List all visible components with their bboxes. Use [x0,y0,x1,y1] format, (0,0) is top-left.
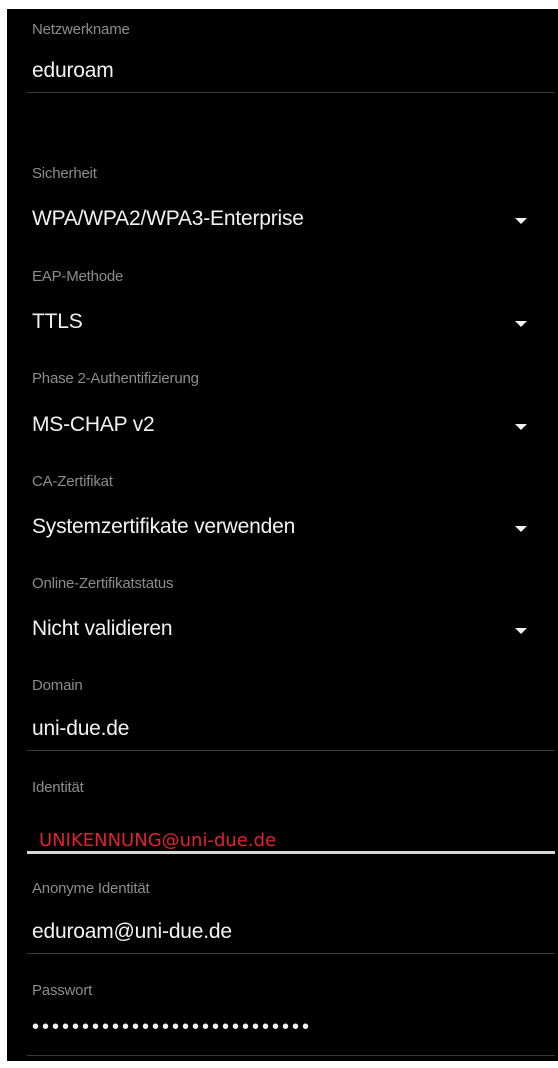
eap-method-value: TTLS [32,310,83,333]
ca-cert-label: CA-Zertifikat [32,473,113,490]
network-name-field[interactable]: eduroam [7,53,558,95]
network-name-underline [27,92,555,93]
anonymous-identity-field[interactable]: eduroam@uni-due.de [7,914,558,956]
password-underline [27,1055,555,1056]
network-name-label: Netzwerkname [32,21,130,38]
domain-label: Domain [32,677,83,694]
caret-down-icon [515,526,527,532]
ca-cert-dropdown[interactable]: Systemzertifikate verwenden [7,507,558,551]
anonymous-identity-label: Anonyme Identität [32,880,150,897]
caret-down-icon [515,628,527,634]
security-dropdown[interactable]: WPA/WPA2/WPA3-Enterprise [7,199,558,243]
ca-cert-value: Systemzertifikate verwenden [32,515,296,538]
wifi-config-screen: Netzwerkname eduroam Sicherheit WPA/WPA2… [7,9,558,1061]
password-value: •••••••••••••••••••••••••••• [32,1016,313,1038]
domain-value: uni-due.de [32,717,130,740]
anonymous-identity-value: eduroam@uni-due.de [32,920,232,943]
identity-underline-active [27,851,555,854]
identity-value: UNIKENNUNG@uni-due.de [39,830,277,851]
identity-label: Identität [32,779,84,796]
domain-underline [27,750,555,751]
online-cert-status-label: Online-Zertifikatstatus [32,575,174,592]
domain-field[interactable]: uni-due.de [7,711,558,753]
password-label: Passwort [32,982,93,999]
online-cert-status-dropdown[interactable]: Nicht validieren [7,609,558,653]
eap-method-label: EAP-Methode [32,268,124,285]
caret-down-icon [515,218,527,224]
identity-field[interactable]: UNIKENNUNG@uni-due.de [7,823,558,865]
caret-down-icon [515,424,527,430]
security-value: WPA/WPA2/WPA3-Enterprise [32,207,304,230]
caret-down-icon [515,321,527,327]
security-label: Sicherheit [32,165,97,182]
phase2-auth-label: Phase 2-Authentifizierung [32,370,199,387]
password-field[interactable]: •••••••••••••••••••••••••••• [7,1014,558,1056]
anonymous-identity-underline [27,953,555,954]
phase2-auth-value: MS-CHAP v2 [32,413,155,436]
phase2-auth-dropdown[interactable]: MS-CHAP v2 [7,405,558,449]
eap-method-dropdown[interactable]: TTLS [7,302,558,346]
network-name-value: eduroam [32,59,114,82]
online-cert-status-value: Nicht validieren [32,617,173,640]
